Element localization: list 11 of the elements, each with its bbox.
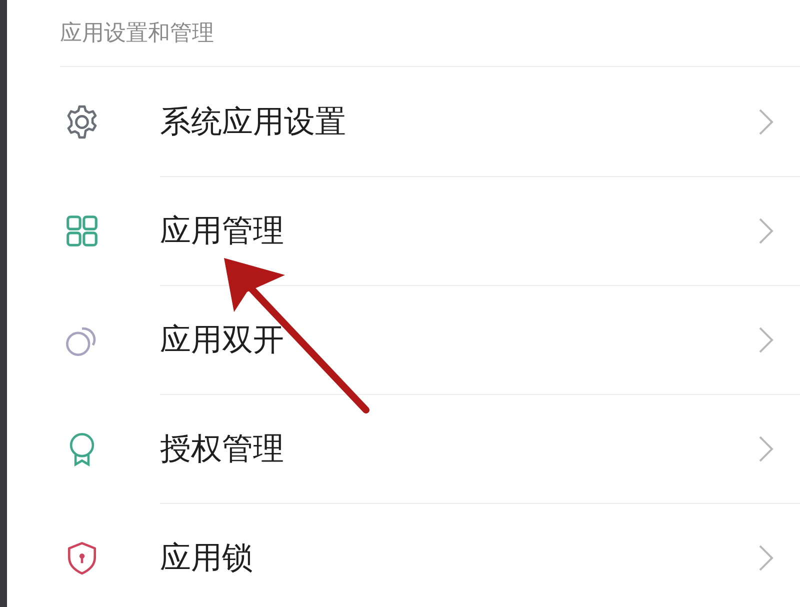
chevron-icon — [758, 217, 774, 245]
settings-item[interactable]: 应用双开 — [160, 319, 758, 361]
settings-item[interactable]: 授权管理 — [160, 428, 758, 470]
chevron-icon — [758, 435, 774, 463]
section-title: 应用设置和管理 — [60, 21, 214, 46]
chevron-icon — [758, 544, 774, 572]
settings-item[interactable]: 系统应用设置 — [160, 100, 758, 142]
settings-item[interactable]: 应用锁 — [160, 537, 758, 579]
chevron-icon — [758, 108, 774, 136]
chevron-icon — [758, 326, 774, 354]
settings-item[interactable]: 应用管理 — [160, 210, 758, 252]
